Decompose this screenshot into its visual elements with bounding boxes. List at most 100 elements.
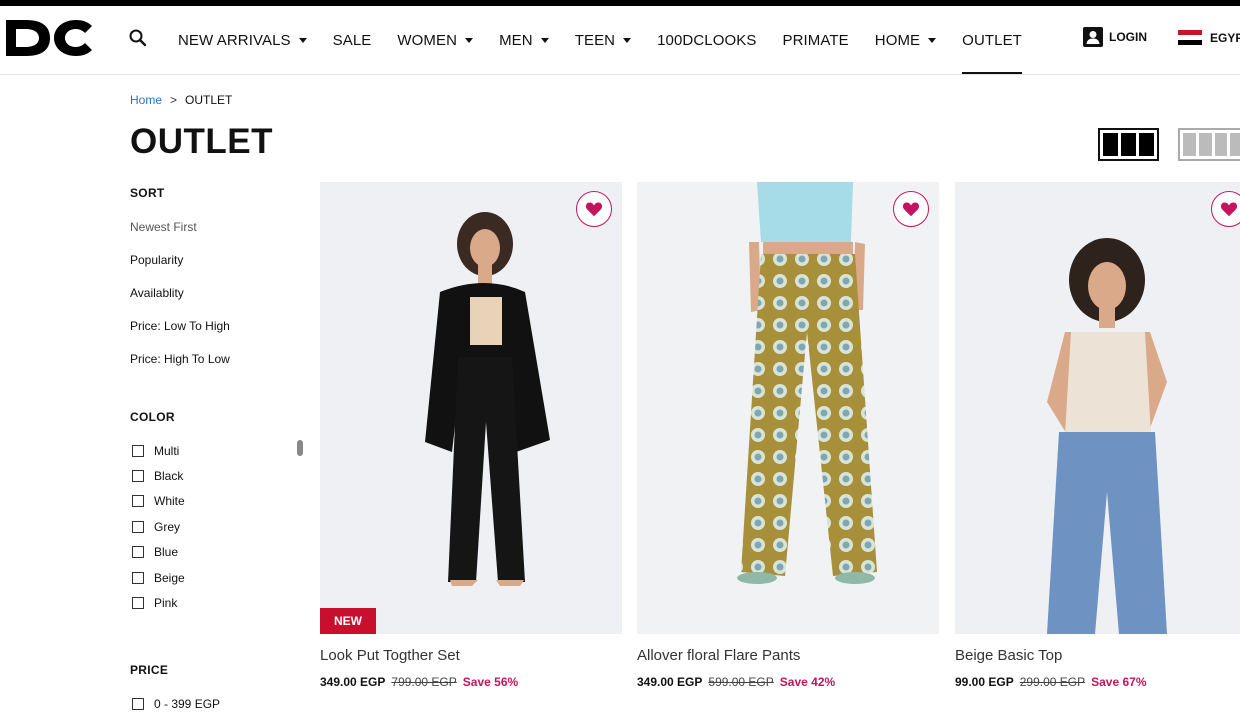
filter-sidebar: SORT Newest First Popularity Availablity… (130, 186, 310, 717)
product-price-row: 349.00 EGP 799.00 EGP Save 56% (320, 675, 622, 689)
nav-outlet[interactable]: OUTLET (962, 6, 1022, 74)
save-percent: Save 42% (779, 675, 836, 689)
product-name[interactable]: Beige Basic Top (955, 647, 1240, 664)
wishlist-heart-button[interactable] (576, 191, 612, 227)
sort-price-low-high[interactable]: Price: Low To High (130, 319, 310, 352)
checkbox[interactable] (132, 571, 144, 584)
login-button[interactable]: LOGIN (1083, 27, 1147, 47)
sort-popularity[interactable]: Popularity (130, 253, 310, 286)
sort-list: Newest First Popularity Availablity Pric… (130, 220, 310, 385)
breadcrumb: Home > OUTLET (130, 93, 232, 107)
breadcrumb-home-link[interactable]: Home (130, 93, 162, 107)
nav-label: OUTLET (962, 31, 1022, 49)
color-filter-beige[interactable]: Beige (130, 565, 310, 590)
color-label: Grey (154, 519, 181, 534)
nav-label: PRIMATE (782, 31, 849, 49)
old-price: 299.00 EGP (1019, 675, 1086, 689)
color-title: COLOR (130, 410, 175, 424)
nav-100dclooks[interactable]: 100DCLOOKS (657, 6, 756, 74)
color-label: Black (154, 469, 184, 484)
price-filter-0-399[interactable]: 0 - 399 EGP (130, 692, 310, 717)
color-label: Blue (154, 545, 179, 560)
egypt-flag-icon (1178, 30, 1202, 45)
current-price: 349.00 EGP (637, 675, 703, 689)
checkbox[interactable] (132, 597, 144, 610)
color-label: Pink (154, 596, 178, 611)
product-name[interactable]: Look Put Togther Set (320, 647, 622, 664)
chevron-down-icon (298, 37, 307, 43)
user-icon (1083, 27, 1103, 47)
dc-logo[interactable] (4, 18, 94, 58)
product-image[interactable] (955, 182, 1240, 634)
nav-primate[interactable]: PRIMATE (783, 6, 849, 74)
product-price-row: 349.00 EGP 599.00 EGP Save 42% (637, 675, 939, 689)
sort-availability[interactable]: Availablity (130, 286, 310, 319)
product-price-row: 99.00 EGP 299.00 EGP Save 67% (955, 675, 1240, 689)
nav-label: NEW ARRIVALS (178, 31, 291, 49)
save-percent: Save 56% (462, 675, 519, 689)
grid-view-3-columns-button[interactable] (1098, 128, 1159, 161)
color-filter-multi[interactable]: Multi (130, 438, 310, 463)
heart-icon (585, 202, 603, 217)
chevron-down-icon (623, 37, 632, 43)
page-title: OUTLET (130, 122, 273, 161)
breadcrumb-current: OUTLET (185, 93, 233, 107)
old-price: 599.00 EGP (708, 675, 774, 689)
color-filter-white[interactable]: White (130, 489, 310, 514)
nav-sale[interactable]: SALE (333, 6, 372, 74)
model-photo (320, 182, 622, 634)
checkbox[interactable] (132, 495, 144, 508)
heart-icon (1220, 202, 1238, 217)
filter-scrollbar[interactable] (297, 440, 303, 456)
product-image[interactable] (637, 182, 939, 634)
checkbox[interactable] (132, 444, 144, 457)
wishlist-heart-button[interactable] (1211, 191, 1240, 227)
sort-newest-first[interactable]: Newest First (130, 220, 310, 253)
checkbox[interactable] (132, 470, 144, 483)
main-nav: NEW ARRIVALS SALE WOMEN MEN TEEN 100DCLO… (178, 6, 1048, 74)
nav-men[interactable]: MEN (499, 6, 549, 74)
save-percent: Save 67% (1091, 675, 1147, 689)
country-selector[interactable]: EGYPT (1178, 30, 1240, 45)
new-badge: NEW (320, 608, 376, 634)
product-name[interactable]: Allover floral Flare Pants (637, 647, 939, 664)
nav-new-arrivals[interactable]: NEW ARRIVALS (178, 6, 307, 74)
price-title: PRICE (130, 662, 169, 677)
color-filter-blue[interactable]: Blue (130, 540, 310, 565)
checkbox[interactable] (132, 698, 144, 711)
nav-teen[interactable]: TEEN (575, 6, 632, 74)
chevron-down-icon (465, 37, 474, 43)
old-price: 799.00 EGP (391, 675, 457, 689)
breadcrumb-separator: > (170, 93, 178, 107)
sort-title: SORT (130, 186, 165, 200)
nav-women[interactable]: WOMEN (397, 6, 474, 74)
chevron-down-icon (540, 37, 549, 43)
color-filter-black[interactable]: Black (130, 463, 310, 488)
product-card[interactable]: Beige Basic Top 99.00 EGP 299.00 EGP Save … (955, 182, 1240, 689)
current-price: 99.00 EGP (955, 675, 1014, 689)
model-photo (637, 182, 939, 634)
wishlist-heart-button[interactable] (893, 191, 929, 227)
grid-view-4-columns-button[interactable] (1178, 128, 1240, 161)
color-label: White (154, 494, 185, 509)
chevron-down-icon (928, 37, 937, 43)
product-card[interactable]: Allover floral Flare Pants 349.00 EGP 599… (637, 182, 939, 689)
model-photo (955, 182, 1240, 634)
color-label: Beige (154, 570, 185, 585)
checkbox[interactable] (132, 546, 144, 559)
nav-label: MEN (499, 31, 533, 49)
heart-icon (902, 202, 920, 217)
product-card[interactable]: NEW Look Put Togther Set 349.00 EGP 799.0… (320, 182, 622, 689)
nav-label: HOME (874, 31, 921, 49)
current-price: 349.00 EGP (320, 675, 386, 689)
product-image[interactable]: NEW (320, 182, 622, 634)
login-label: LOGIN (1109, 30, 1147, 44)
checkbox[interactable] (132, 520, 144, 533)
nav-label: SALE (332, 31, 372, 49)
nav-home[interactable]: HOME (874, 6, 937, 74)
nav-label: 100DCLOOKS (657, 31, 757, 49)
color-filter-pink[interactable]: Pink (130, 590, 310, 615)
sort-price-high-low[interactable]: Price: High To Low (130, 352, 310, 385)
color-filter-grey[interactable]: Grey (130, 514, 310, 539)
search-icon[interactable] (128, 28, 148, 48)
